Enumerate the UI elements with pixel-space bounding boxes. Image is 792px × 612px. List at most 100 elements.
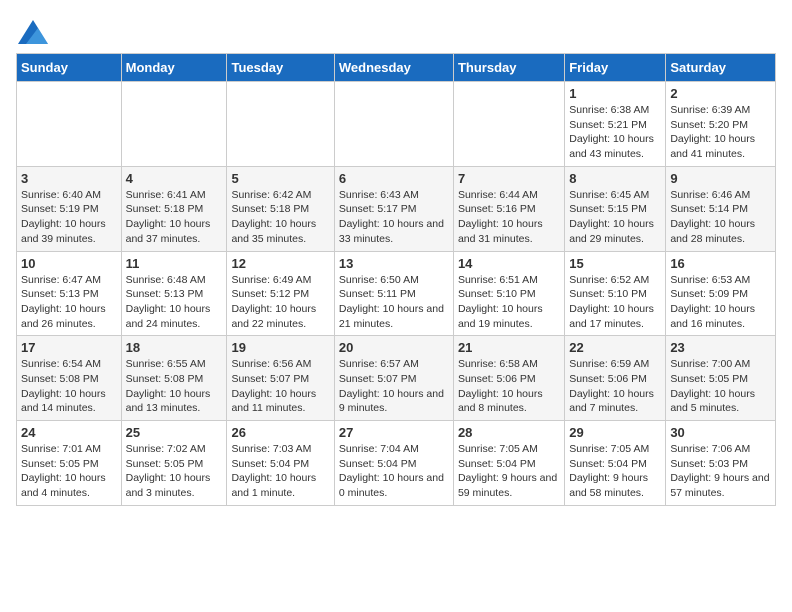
day-number: 25 [126,425,223,440]
calendar-cell: 30 Sunrise: 7:06 AM Sunset: 5:03 PM Dayli… [666,421,776,506]
day-number: 13 [339,256,449,271]
calendar-table: SundayMondayTuesdayWednesdayThursdayFrid… [16,53,776,506]
day-number: 12 [231,256,329,271]
day-info: Sunrise: 6:47 AM Sunset: 5:13 PM Dayligh… [21,274,106,330]
weekday-thursday: Thursday [453,54,564,82]
calendar-cell: 8 Sunrise: 6:45 AM Sunset: 5:15 PM Daylig… [565,166,666,251]
weekday-tuesday: Tuesday [227,54,334,82]
day-info: Sunrise: 6:49 AM Sunset: 5:12 PM Dayligh… [231,274,316,330]
day-info: Sunrise: 6:54 AM Sunset: 5:08 PM Dayligh… [21,358,106,414]
calendar-cell: 26 Sunrise: 7:03 AM Sunset: 5:04 PM Dayli… [227,421,334,506]
day-info: Sunrise: 6:41 AM Sunset: 5:18 PM Dayligh… [126,189,211,245]
calendar-week-row: 1Sunrise: 6:38 AM Sunset: 5:21 PM Daylig… [17,82,776,167]
day-info: Sunrise: 6:46 AM Sunset: 5:14 PM Dayligh… [670,189,755,245]
day-info: Sunrise: 6:59 AM Sunset: 5:06 PM Dayligh… [569,358,654,414]
calendar-cell: 16 Sunrise: 6:53 AM Sunset: 5:09 PM Dayli… [666,251,776,336]
calendar-cell: 13 Sunrise: 6:50 AM Sunset: 5:11 PM Dayli… [334,251,453,336]
day-number: 23 [670,340,771,355]
calendar-cell [334,82,453,167]
weekday-friday: Friday [565,54,666,82]
day-number: 14 [458,256,560,271]
weekday-saturday: Saturday [666,54,776,82]
calendar-week-row: 24 Sunrise: 7:01 AM Sunset: 5:05 PM Dayli… [17,421,776,506]
day-info: Sunrise: 6:44 AM Sunset: 5:16 PM Dayligh… [458,189,543,245]
calendar-cell: 20Sunrise: 6:57 AM Sunset: 5:07 PM Dayli… [334,336,453,421]
weekday-monday: Monday [121,54,227,82]
day-number: 9 [670,171,771,186]
calendar-cell: 15 Sunrise: 6:52 AM Sunset: 5:10 PM Dayli… [565,251,666,336]
day-info: Sunrise: 7:03 AM Sunset: 5:04 PM Dayligh… [231,443,316,499]
calendar-cell: 11 Sunrise: 6:48 AM Sunset: 5:13 PM Dayli… [121,251,227,336]
day-info: Sunrise: 6:42 AM Sunset: 5:18 PM Dayligh… [231,189,316,245]
calendar-cell [227,82,334,167]
calendar-cell [453,82,564,167]
day-info: Sunrise: 6:58 AM Sunset: 5:06 PM Dayligh… [458,358,543,414]
weekday-header-row: SundayMondayTuesdayWednesdayThursdayFrid… [17,54,776,82]
day-info: Sunrise: 6:55 AM Sunset: 5:08 PM Dayligh… [126,358,211,414]
weekday-wednesday: Wednesday [334,54,453,82]
day-info: Sunrise: 6:50 AM Sunset: 5:11 PM Dayligh… [339,274,444,330]
day-info: Sunrise: 7:04 AM Sunset: 5:04 PM Dayligh… [339,443,444,499]
calendar-cell: 24 Sunrise: 7:01 AM Sunset: 5:05 PM Dayli… [17,421,122,506]
day-info: Sunrise: 7:00 AM Sunset: 5:05 PM Dayligh… [670,358,755,414]
day-number: 15 [569,256,661,271]
day-number: 19 [231,340,329,355]
weekday-sunday: Sunday [17,54,122,82]
calendar-cell: 21 Sunrise: 6:58 AM Sunset: 5:06 PM Dayli… [453,336,564,421]
day-info: Sunrise: 6:53 AM Sunset: 5:09 PM Dayligh… [670,274,755,330]
day-number: 10 [21,256,117,271]
day-number: 20 [339,340,449,355]
day-info: Sunrise: 6:39 AM Sunset: 5:20 PM Dayligh… [670,104,755,160]
day-info: Sunrise: 7:05 AM Sunset: 5:04 PM Dayligh… [569,443,649,499]
calendar-cell: 7 Sunrise: 6:44 AM Sunset: 5:16 PM Daylig… [453,166,564,251]
calendar-cell: 22Sunrise: 6:59 AM Sunset: 5:06 PM Dayli… [565,336,666,421]
calendar-cell: 1Sunrise: 6:38 AM Sunset: 5:21 PM Daylig… [565,82,666,167]
calendar-cell: 14Sunrise: 6:51 AM Sunset: 5:10 PM Dayli… [453,251,564,336]
day-info: Sunrise: 6:56 AM Sunset: 5:07 PM Dayligh… [231,358,316,414]
day-number: 4 [126,171,223,186]
day-number: 28 [458,425,560,440]
calendar-cell: 29 Sunrise: 7:05 AM Sunset: 5:04 PM Dayli… [565,421,666,506]
day-number: 18 [126,340,223,355]
calendar-cell: 18 Sunrise: 6:55 AM Sunset: 5:08 PM Dayli… [121,336,227,421]
logo [16,20,48,49]
day-info: Sunrise: 6:45 AM Sunset: 5:15 PM Dayligh… [569,189,654,245]
day-number: 8 [569,171,661,186]
day-info: Sunrise: 6:38 AM Sunset: 5:21 PM Dayligh… [569,104,654,160]
header [16,16,776,49]
day-number: 11 [126,256,223,271]
day-info: Sunrise: 7:01 AM Sunset: 5:05 PM Dayligh… [21,443,106,499]
day-number: 3 [21,171,117,186]
calendar-cell: 23 Sunrise: 7:00 AM Sunset: 5:05 PM Dayli… [666,336,776,421]
day-number: 30 [670,425,771,440]
calendar-cell: 25 Sunrise: 7:02 AM Sunset: 5:05 PM Dayli… [121,421,227,506]
day-info: Sunrise: 7:06 AM Sunset: 5:03 PM Dayligh… [670,443,769,499]
calendar-week-row: 17 Sunrise: 6:54 AM Sunset: 5:08 PM Dayli… [17,336,776,421]
day-number: 17 [21,340,117,355]
calendar-cell: 6 Sunrise: 6:43 AM Sunset: 5:17 PM Daylig… [334,166,453,251]
day-number: 5 [231,171,329,186]
calendar-cell: 9 Sunrise: 6:46 AM Sunset: 5:14 PM Daylig… [666,166,776,251]
calendar-cell: 2 Sunrise: 6:39 AM Sunset: 5:20 PM Daylig… [666,82,776,167]
day-number: 29 [569,425,661,440]
calendar-cell: 19 Sunrise: 6:56 AM Sunset: 5:07 PM Dayli… [227,336,334,421]
day-info: Sunrise: 7:05 AM Sunset: 5:04 PM Dayligh… [458,443,557,499]
day-number: 24 [21,425,117,440]
day-number: 21 [458,340,560,355]
calendar-week-row: 3 Sunrise: 6:40 AM Sunset: 5:19 PM Daylig… [17,166,776,251]
day-info: Sunrise: 6:43 AM Sunset: 5:17 PM Dayligh… [339,189,444,245]
day-info: Sunrise: 6:52 AM Sunset: 5:10 PM Dayligh… [569,274,654,330]
day-number: 2 [670,86,771,101]
day-info: Sunrise: 6:40 AM Sunset: 5:19 PM Dayligh… [21,189,106,245]
calendar-cell: 4 Sunrise: 6:41 AM Sunset: 5:18 PM Daylig… [121,166,227,251]
day-number: 7 [458,171,560,186]
calendar-cell [121,82,227,167]
calendar-cell: 5 Sunrise: 6:42 AM Sunset: 5:18 PM Daylig… [227,166,334,251]
day-number: 26 [231,425,329,440]
calendar-cell [17,82,122,167]
day-info: Sunrise: 7:02 AM Sunset: 5:05 PM Dayligh… [126,443,211,499]
day-number: 16 [670,256,771,271]
day-number: 6 [339,171,449,186]
day-info: Sunrise: 6:48 AM Sunset: 5:13 PM Dayligh… [126,274,211,330]
calendar-cell: 28 Sunrise: 7:05 AM Sunset: 5:04 PM Dayli… [453,421,564,506]
